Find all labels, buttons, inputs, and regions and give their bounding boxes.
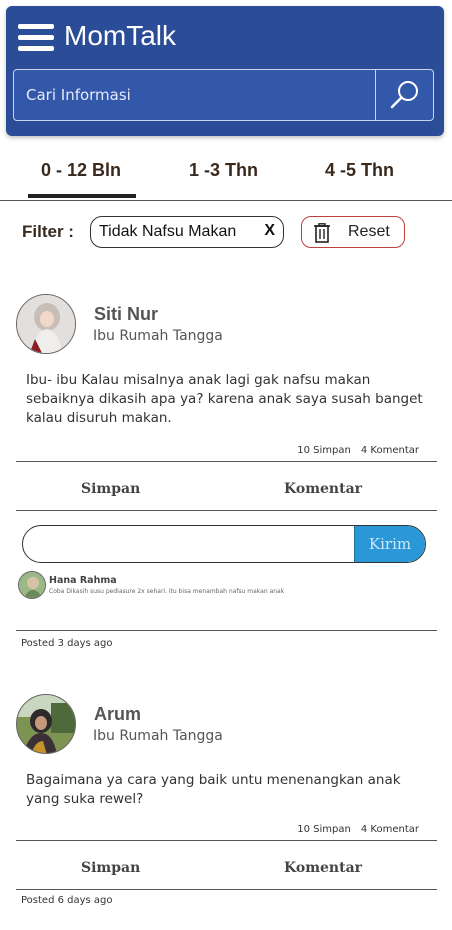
search-button[interactable]: [375, 70, 433, 120]
trash-icon: [314, 223, 330, 243]
comment-text: Coba Dikasih susu pediasure 2x sehari. i…: [49, 588, 285, 595]
app-title: MomTalk: [64, 20, 177, 51]
author-name[interactable]: Siti Nur: [94, 304, 158, 325]
remove-filter-button[interactable]: X: [264, 222, 275, 240]
active-tab-indicator: [28, 194, 136, 198]
divider: [16, 630, 437, 631]
search-icon: [390, 81, 418, 109]
filter-chip[interactable]: Tidak Nafsu Makan X: [90, 216, 284, 248]
posted-time: Posted 6 days ago: [21, 895, 113, 906]
comment-count: 4 Komentar: [360, 445, 419, 456]
post-text: Bagaimana ya cara yang baik untu menenan…: [26, 772, 401, 807]
search-bar: [13, 69, 434, 121]
avatar[interactable]: [16, 694, 76, 754]
avatar-photo: [17, 295, 75, 353]
commenter-photo: [19, 572, 45, 598]
divider: [16, 840, 437, 841]
post-stats: 10 Simpan 4 Komentar: [297, 824, 419, 835]
author-role: Ibu Rumah Tangga: [93, 328, 223, 344]
search-input[interactable]: [14, 70, 376, 120]
commenter-avatar[interactable]: [18, 571, 46, 599]
divider: [16, 461, 437, 462]
avatar-photo: [17, 695, 75, 753]
app-header: MomTalk: [6, 6, 444, 136]
avatar[interactable]: [16, 294, 76, 354]
save-count: 10 Simpan: [297, 824, 351, 835]
commenter-name[interactable]: Hana Rahma: [49, 575, 117, 586]
divider: [16, 889, 437, 890]
reset-button[interactable]: Reset: [301, 216, 405, 248]
post-stats: 10 Simpan 4 Komentar: [297, 445, 419, 456]
save-button[interactable]: Simpan: [81, 481, 140, 497]
filter-chip-label: Tidak Nafsu Makan: [99, 223, 237, 240]
save-button[interactable]: Simpan: [81, 860, 140, 876]
divider: [16, 510, 437, 511]
comment-button[interactable]: Komentar: [284, 481, 362, 497]
comment-button[interactable]: Komentar: [284, 860, 362, 876]
send-button[interactable]: Kirim: [354, 526, 425, 562]
author-role: Ibu Rumah Tangga: [93, 728, 223, 744]
save-count: 10 Simpan: [297, 445, 351, 456]
tab-4-5-thn[interactable]: 4 -5 Thn: [325, 160, 394, 181]
menu-icon[interactable]: [18, 24, 54, 54]
reset-label: Reset: [348, 223, 390, 240]
post-text: Ibu- ibu Kalau misalnya anak lagi gak na…: [26, 372, 423, 426]
posted-time: Posted 3 days ago: [21, 638, 113, 649]
tab-1-3-thn[interactable]: 1 -3 Thn: [189, 160, 258, 181]
comment-count: 4 Komentar: [360, 824, 419, 835]
comment-input[interactable]: [37, 528, 351, 562]
filter-label: Filter :: [22, 222, 74, 241]
comment-input-box: Kirim: [22, 525, 426, 563]
age-tabs: 0 - 12 Bln 1 -3 Thn 4 -5 Thn: [0, 150, 452, 201]
tab-0-12-bln[interactable]: 0 - 12 Bln: [41, 160, 121, 181]
author-name[interactable]: Arum: [94, 704, 141, 725]
